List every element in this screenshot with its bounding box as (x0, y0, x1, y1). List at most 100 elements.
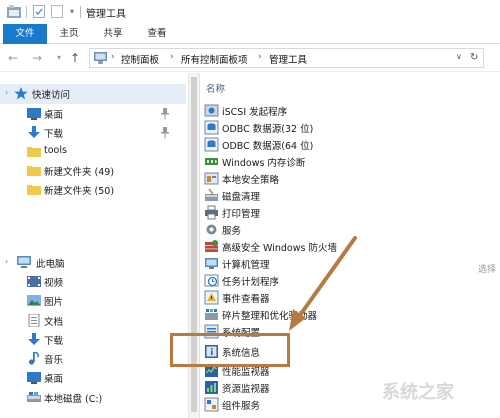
sidebar-item-quick-access[interactable]: › 快速访问 (0, 84, 186, 104)
list-item-label: 资源监视器 (222, 384, 270, 395)
sidebar-item-pictures[interactable]: 图片 (0, 291, 186, 311)
sidebar-item-label: 桌面 (44, 374, 64, 385)
new-folder-icon[interactable] (50, 4, 64, 19)
pin-icon[interactable] (160, 108, 170, 120)
column-header-name[interactable]: 名称 (206, 81, 225, 95)
navigation-pane: › 快速访问 桌面 下载 tools 新建文件夹 (49) 新建文件夹 (50)… (0, 73, 186, 418)
list-item-label: 本地安全策略 (222, 175, 280, 186)
navigation-bar: ← → ▾ ↑ › 控制面板 › 所有控制面板项 › 管理工具 ∨ ↻ (0, 44, 500, 72)
sidebar-item-videos[interactable]: 视频 (0, 272, 186, 292)
expand-chevron-icon[interactable]: › (5, 257, 8, 266)
tab-view[interactable]: 查看 (140, 24, 174, 44)
list-item[interactable]: 打印管理 (202, 204, 442, 221)
list-item-label: 任务计划程序 (222, 277, 280, 288)
video-icon (27, 275, 41, 288)
sidebar-item-documents[interactable]: 文档 (0, 311, 186, 331)
list-item[interactable]: 高级安全 Windows 防火墙 (202, 238, 442, 255)
pin-icon[interactable] (160, 127, 170, 139)
list-item[interactable]: 事件查看器 (202, 289, 442, 306)
sidebar-item-this-pc[interactable]: › 此电脑 (0, 253, 186, 273)
list-item[interactable]: 任务计划程序 (202, 272, 442, 289)
list-item[interactable]: Windows 内存诊断 (202, 153, 442, 170)
tab-home[interactable]: 主页 (52, 24, 86, 44)
sidebar-item-label: 此电脑 (36, 259, 65, 270)
address-bar[interactable]: › 控制面板 › 所有控制面板项 › 管理工具 ∨ ↻ (89, 48, 484, 68)
resource-monitor-icon (204, 380, 219, 395)
folder-icon (27, 164, 41, 177)
sidebar-item-desktop[interactable]: 桌面 (0, 104, 186, 124)
download-arrow-icon (27, 333, 41, 346)
download-arrow-icon (27, 126, 41, 139)
refresh-icon[interactable]: ↻ (470, 52, 478, 63)
computer-management-icon (204, 256, 219, 271)
list-item[interactable]: 计算机管理 (202, 255, 442, 272)
sidebar-item-music[interactable]: 音乐 (0, 349, 186, 369)
breadcrumb-control-panel[interactable]: 控制面板 (121, 52, 159, 66)
desktop-icon (27, 371, 41, 384)
list-item-label: 组件服务 (222, 401, 261, 412)
ribbon: 文件 主页 共享 查看 (0, 24, 500, 44)
up-arrow-icon[interactable]: ↑ (68, 50, 82, 66)
details-pane-text: 选择 (478, 265, 497, 275)
list-item-label: 打印管理 (222, 209, 261, 220)
sidebar-item-downloads[interactable]: 下载 (0, 123, 186, 143)
list-item-label: 碎片整理和优化驱动器 (222, 311, 318, 322)
sidebar-item-label: 新建文件夹 (49) (44, 167, 115, 178)
list-item[interactable]: ODBC 数据源(64 位) (202, 136, 442, 153)
window-title: 管理工具 (86, 9, 126, 20)
list-item-label: 计算机管理 (222, 260, 270, 271)
list-item-label: 高级安全 Windows 防火墙 (222, 243, 337, 254)
sidebar-item-label: 桌面 (44, 110, 64, 121)
star-icon (14, 87, 28, 100)
list-item[interactable]: 本地安全策略 (202, 170, 442, 187)
app-icon[interactable] (6, 4, 22, 19)
list-item-label: 磁盘清理 (222, 192, 261, 203)
list-item-label: Windows 内存诊断 (222, 158, 306, 169)
sidebar-item-new-folder-50[interactable]: 新建文件夹 (50) (0, 180, 186, 200)
recent-locations-chevron-icon[interactable]: ▾ (52, 50, 66, 66)
sidebar-item-label: 下载 (44, 129, 64, 140)
sidebar-item-label: 新建文件夹 (50) (44, 186, 115, 197)
printer-icon (204, 205, 219, 220)
task-scheduler-icon (204, 273, 219, 288)
breadcrumb-all-items[interactable]: 所有控制面板项 (181, 52, 248, 66)
title-bar: ▾ 管理工具 (0, 0, 500, 24)
sidebar-item-new-folder-49[interactable]: 新建文件夹 (49) (0, 161, 186, 181)
sidebar-item-local-disk-c[interactable]: 本地磁盘 (C:) (0, 388, 186, 408)
sidebar-item-tools[interactable]: tools (0, 142, 186, 162)
disk-cleanup-icon (204, 188, 219, 203)
firewall-icon (204, 239, 219, 254)
sidebar-item-label: 本地磁盘 (C:) (44, 394, 103, 405)
drive-icon (27, 391, 41, 404)
properties-icon[interactable] (32, 4, 46, 19)
sidebar-item-label: 快速访问 (32, 90, 71, 101)
customize-toolbar-chevron-icon[interactable]: ▾ (67, 4, 77, 19)
sidebar-item-label: 下载 (44, 336, 64, 347)
folder-icon (27, 183, 41, 196)
computer-icon (17, 256, 31, 269)
list-item[interactable]: 服务 (202, 221, 442, 238)
back-arrow-icon[interactable]: ← (6, 50, 20, 66)
iscsi-icon (204, 103, 219, 118)
forward-arrow-icon[interactable]: → (30, 50, 44, 66)
breadcrumb-admin-tools[interactable]: 管理工具 (269, 52, 307, 66)
tab-file[interactable]: 文件 (3, 24, 47, 44)
list-item-label: ODBC 数据源(32 位) (222, 124, 314, 135)
control-panel-icon (94, 52, 107, 67)
list-item[interactable]: ODBC 数据源(32 位) (202, 119, 442, 136)
list-item[interactable]: 碎片整理和优化驱动器 (202, 306, 442, 323)
defrag-icon (204, 307, 219, 322)
odbc-icon (204, 120, 219, 135)
services-gear-icon (204, 222, 219, 237)
sidebar-item-desktop-pc[interactable]: 桌面 (0, 368, 186, 388)
expand-chevron-icon[interactable]: › (5, 88, 8, 97)
list-item[interactable]: iSCSI 发起程序 (202, 102, 442, 119)
sidebar-item-label: 图片 (44, 297, 64, 308)
list-item[interactable]: 磁盘清理 (202, 187, 442, 204)
odbc-icon (204, 137, 219, 152)
picture-icon (27, 294, 41, 307)
tab-share[interactable]: 共享 (96, 24, 130, 44)
sidebar-item-downloads-pc[interactable]: 下载 (0, 330, 186, 350)
document-icon (27, 313, 41, 328)
address-dropdown-chevron-icon[interactable]: ∨ (456, 52, 462, 61)
